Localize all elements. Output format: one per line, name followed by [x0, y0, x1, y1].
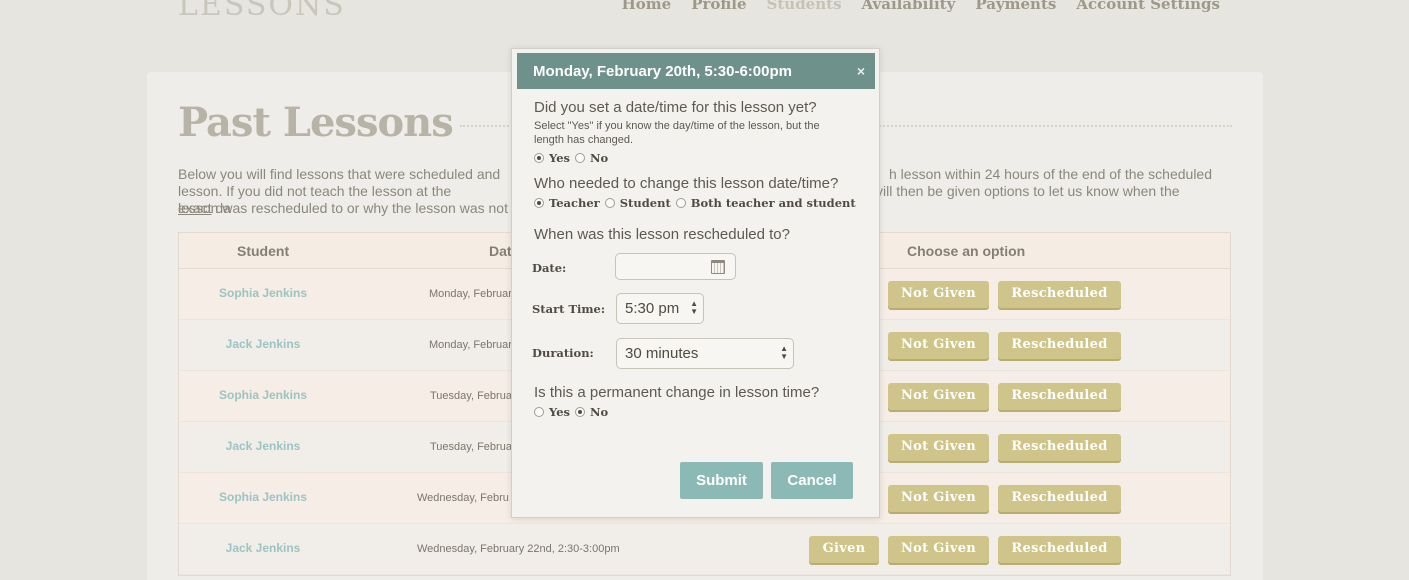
- modal-title: Monday, February 20th, 5:30-6:00pm: [533, 63, 792, 80]
- table-row: Jack Jenkins Wednesday, February 22nd, 2…: [179, 524, 1230, 575]
- not-given-button[interactable]: Not Given: [888, 485, 989, 512]
- date-set-radio-group: Yes No: [534, 151, 608, 165]
- lesson-date: Monday, Februar: [429, 339, 512, 351]
- rescheduled-button[interactable]: Rescheduled: [998, 485, 1121, 512]
- not-given-button[interactable]: Not Given: [888, 434, 989, 461]
- not-given-button[interactable]: Not Given: [888, 332, 989, 359]
- lesson-date: Tuesday, Februa: [430, 441, 512, 453]
- header-student: Student: [237, 243, 290, 259]
- nav-payments[interactable]: Payments: [975, 0, 1056, 13]
- submit-button[interactable]: Submit: [680, 462, 763, 499]
- duration-select[interactable]: 30 minutes ▲ ▼: [616, 338, 794, 369]
- rescheduled-button[interactable]: Rescheduled: [998, 536, 1121, 563]
- modal-header: Monday, February 20th, 5:30-6:00pm ×: [517, 53, 875, 89]
- question-who-changed: Who needed to change this lesson date/ti…: [534, 175, 839, 192]
- lesson-date: Tuesday, Februa: [430, 390, 512, 402]
- lesson-date: Wednesday, Febru: [417, 492, 509, 504]
- question-permanent: Is this a permanent change in lesson tim…: [534, 384, 820, 401]
- lesson-date: Wednesday, February 22nd, 2:30-3:00pm: [417, 543, 620, 555]
- nav-account-settings[interactable]: Account Settings: [1076, 0, 1220, 13]
- student-name[interactable]: Jack Jenkins: [179, 439, 347, 453]
- date-set-no-radio[interactable]: [575, 153, 586, 163]
- student-name[interactable]: Sophia Jenkins: [179, 286, 347, 300]
- date-set-yes-radio[interactable]: [534, 153, 544, 163]
- date-label: Date:: [532, 261, 567, 275]
- permanent-radio-group: Yes No: [534, 405, 608, 419]
- student-name[interactable]: Jack Jenkins: [179, 541, 347, 555]
- question-rescheduled-to: When was this lesson rescheduled to?: [534, 226, 790, 243]
- question-date-set: Did you set a date/time for this lesson …: [534, 99, 817, 116]
- given-button[interactable]: Given: [809, 536, 879, 563]
- page-title: Past Lessons: [178, 99, 454, 146]
- main-nav: Home Profile Students Availability Payme…: [622, 0, 1220, 13]
- not-given-button[interactable]: Not Given: [888, 281, 989, 308]
- student-radio[interactable]: [604, 198, 615, 208]
- date-input[interactable]: [615, 253, 736, 280]
- permanent-no-radio[interactable]: [575, 407, 586, 417]
- lesson-date: Monday, Februar: [429, 288, 512, 300]
- calendar-icon[interactable]: [711, 260, 725, 274]
- header-options: Choose an option: [907, 243, 1026, 259]
- select-arrows-icon: ▲ ▼: [780, 344, 788, 361]
- rescheduled-button[interactable]: Rescheduled: [998, 281, 1121, 308]
- not-given-button[interactable]: Not Given: [888, 383, 989, 410]
- nav-profile[interactable]: Profile: [691, 0, 746, 13]
- close-icon[interactable]: ×: [857, 63, 865, 79]
- nav-home[interactable]: Home: [622, 0, 672, 13]
- who-changed-radio-group: Teacher Student Both teacher and student: [534, 196, 856, 210]
- question-hint: Select "Yes" if you know the day/time of…: [534, 120, 820, 146]
- student-name[interactable]: Sophia Jenkins: [179, 490, 347, 504]
- student-name[interactable]: Jack Jenkins: [179, 337, 347, 351]
- not-given-button[interactable]: Not Given: [888, 536, 989, 563]
- duration-label: Duration:: [532, 346, 594, 360]
- student-name[interactable]: Sophia Jenkins: [179, 388, 347, 402]
- both-radio[interactable]: [675, 198, 686, 208]
- nav-availability[interactable]: Availability: [862, 0, 956, 13]
- rescheduled-button[interactable]: Rescheduled: [998, 383, 1121, 410]
- rescheduled-button[interactable]: Rescheduled: [998, 332, 1121, 359]
- permanent-yes-radio[interactable]: [534, 407, 544, 417]
- site-logo[interactable]: LESSONS: [178, 0, 346, 23]
- teacher-radio[interactable]: [534, 198, 544, 208]
- select-arrows-icon: ▲ ▼: [690, 299, 698, 316]
- header-date: Dat: [489, 243, 512, 259]
- rescheduled-button[interactable]: Rescheduled: [998, 434, 1121, 461]
- nav-students[interactable]: Students: [767, 0, 842, 13]
- cancel-button[interactable]: Cancel: [771, 462, 853, 499]
- reschedule-modal: Monday, February 20th, 5:30-6:00pm × Did…: [511, 48, 880, 518]
- start-time-label: Start Time:: [532, 302, 606, 316]
- start-time-select[interactable]: 5:30 pm ▲ ▼: [616, 293, 704, 324]
